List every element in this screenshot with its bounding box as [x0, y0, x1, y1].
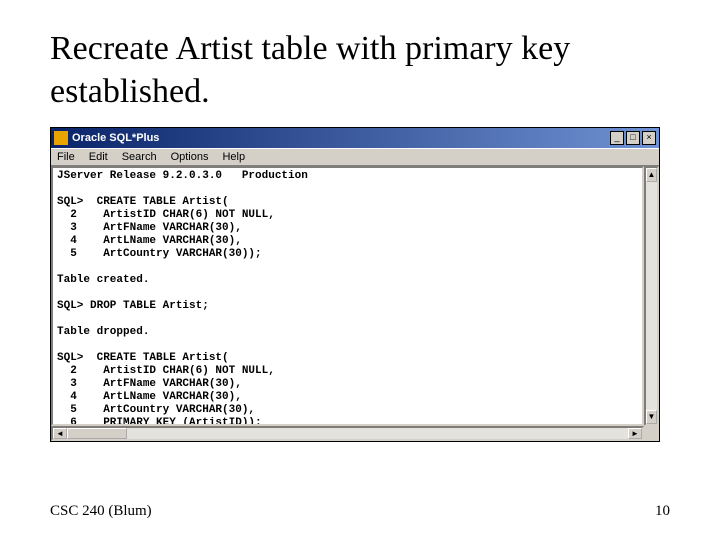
scroll-down-icon[interactable]: ▼: [646, 410, 657, 424]
console-output[interactable]: JServer Release 9.2.0.3.0 Production SQL…: [51, 166, 644, 426]
scroll-left-icon[interactable]: ◄: [53, 428, 67, 439]
scroll-right-icon[interactable]: ►: [628, 428, 642, 439]
window-title: Oracle SQL*Plus: [72, 132, 610, 144]
slide-footer: CSC 240 (Blum) 10: [50, 503, 670, 520]
sqlplus-window: Oracle SQL*Plus _ □ × File Edit Search O…: [50, 127, 660, 442]
vertical-scrollbar[interactable]: ▲ ▼: [644, 166, 659, 426]
scroll-track[interactable]: [646, 182, 657, 410]
titlebar: Oracle SQL*Plus _ □ ×: [51, 128, 659, 148]
scroll-up-icon[interactable]: ▲: [646, 168, 657, 182]
maximize-button[interactable]: □: [626, 131, 640, 145]
menu-help[interactable]: Help: [222, 151, 245, 163]
window-buttons: _ □ ×: [610, 131, 656, 145]
menu-options[interactable]: Options: [171, 151, 209, 163]
scroll-thumb[interactable]: [67, 428, 127, 439]
page-number: 10: [655, 503, 670, 520]
menu-edit[interactable]: Edit: [89, 151, 108, 163]
close-button[interactable]: ×: [642, 131, 656, 145]
footer-left: CSC 240 (Blum): [50, 503, 152, 520]
menu-search[interactable]: Search: [122, 151, 157, 163]
minimize-button[interactable]: _: [610, 131, 624, 145]
slide-title: Recreate Artist table with primary key e…: [50, 28, 670, 113]
resize-grip[interactable]: [644, 426, 659, 441]
menu-file[interactable]: File: [57, 151, 75, 163]
scroll-htrack[interactable]: [127, 428, 628, 439]
app-icon: [54, 131, 68, 145]
menubar: File Edit Search Options Help: [51, 148, 659, 166]
horizontal-scrollbar[interactable]: ◄ ►: [51, 426, 644, 441]
